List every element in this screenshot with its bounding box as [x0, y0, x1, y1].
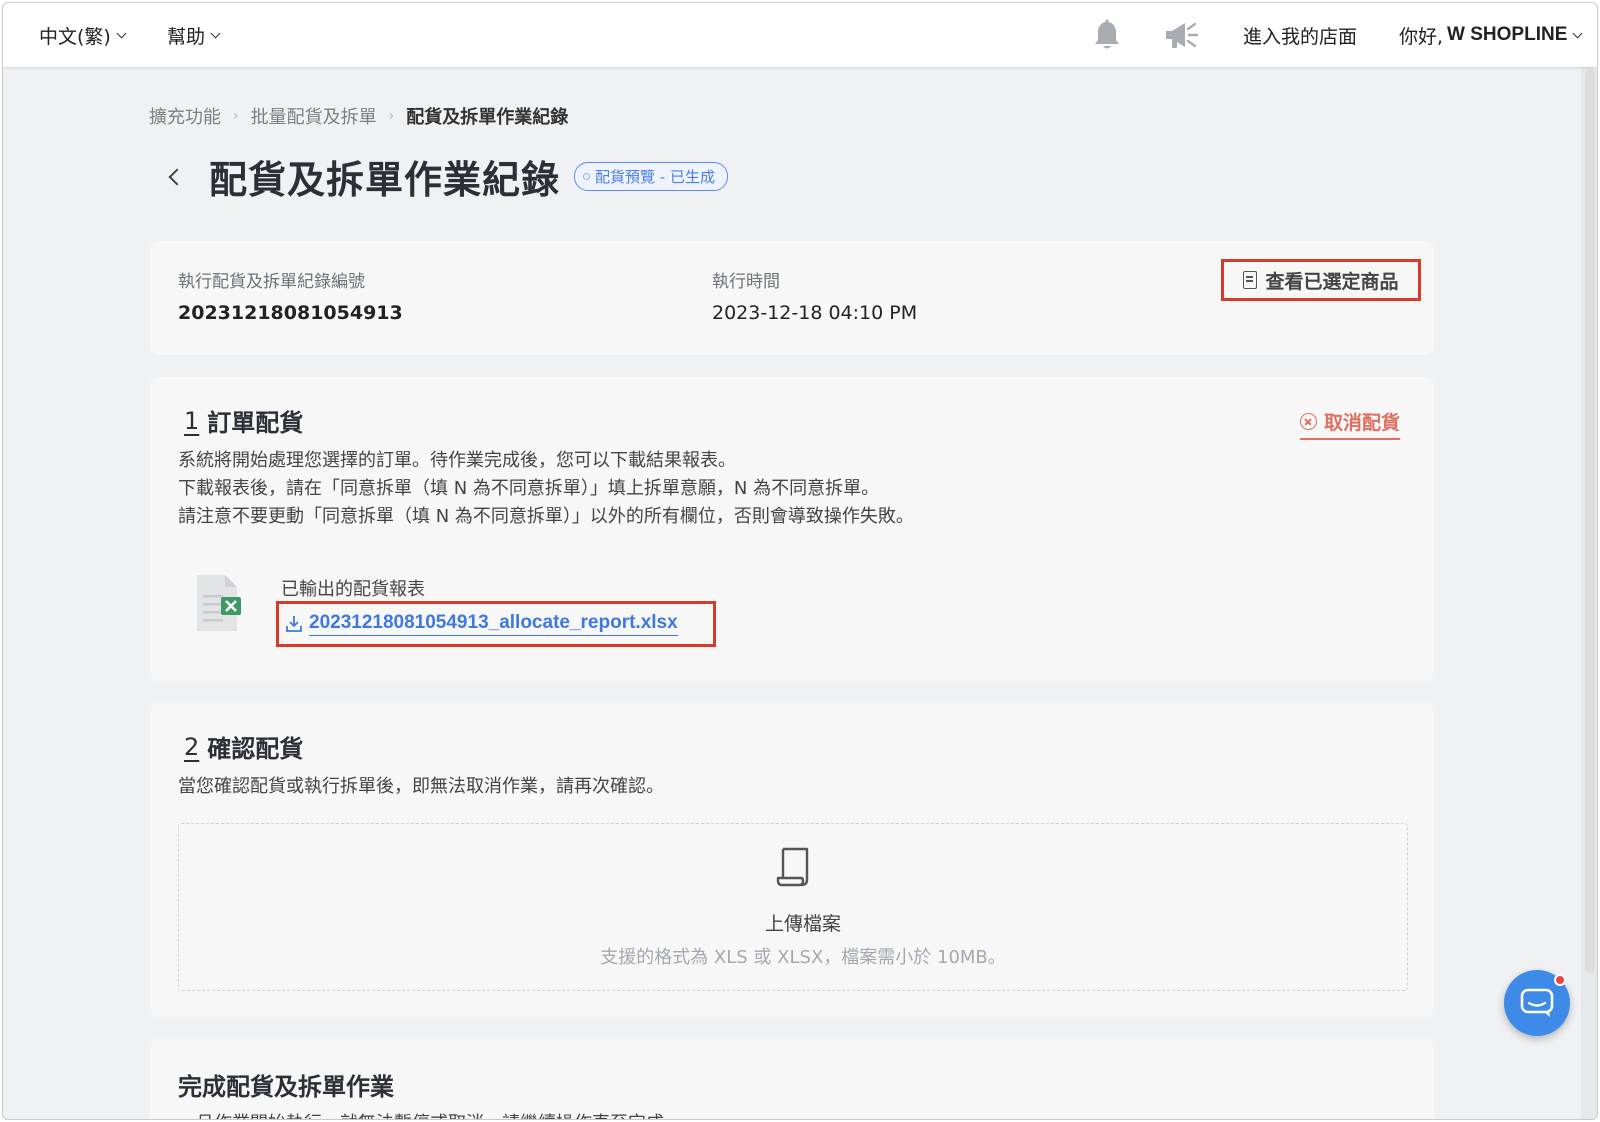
step1-line: 下載報表後，請在「同意拆單（填 N 為不同意拆單）」填上拆單意願，N 為不同意拆… [178, 478, 880, 499]
upload-hint: 支援的格式為 XLS 或 XLSX，檔案需小於 10MB。 [600, 947, 1006, 968]
step1-heading: 1 訂單配貨 [184, 403, 303, 438]
help-label: 幫助 [167, 25, 206, 48]
view-selected-products-button[interactable]: 查看已選定商品 [1221, 259, 1421, 301]
step2-heading: 2 確認配貨 [184, 729, 303, 764]
step1-number: 1 [184, 406, 200, 435]
step3-description: 一旦作業開始執行，就無法暫停或取消，請繼續操作直至完成。 [178, 1109, 682, 1119]
breadcrumb: 擴充功能 › 批量配貨及拆單 › 配貨及拆單作業紀錄 [149, 103, 568, 129]
bell-icon[interactable] [1091, 19, 1123, 53]
page-title: 配貨及拆單作業紀錄 [209, 158, 561, 202]
user-menu[interactable]: 你好, W SHOPLINE [1399, 3, 1583, 67]
breadcrumb-item-extensions[interactable]: 擴充功能 [149, 103, 221, 129]
view-selected-products-label: 查看已選定商品 [1265, 270, 1399, 293]
enter-store-label: 進入我的店面 [1243, 25, 1358, 48]
back-chevron-icon[interactable] [168, 168, 186, 185]
download-icon [286, 616, 302, 632]
scrollbar-thumb[interactable] [1585, 69, 1595, 973]
megaphone-icon[interactable] [1163, 19, 1199, 51]
status-badge: 配貨預覽 - 已生成 [574, 162, 728, 191]
excel-file-icon [197, 575, 241, 631]
step2-title: 確認配貨 [207, 735, 304, 763]
step3-title: 完成配貨及拆單作業 [178, 1073, 394, 1101]
help-menu[interactable]: 幫助 [167, 3, 221, 67]
step1-line: 系統將開始處理您選擇的訂單。待作業完成後，您可以下載結果報表。 [178, 450, 736, 471]
breadcrumb-separator: › [388, 108, 395, 124]
report-label: 已輸出的配貨報表 [281, 579, 425, 600]
exec-time-value: 2023-12-18 04:10 PM [712, 302, 918, 324]
cancel-allocation-link[interactable]: 取消配貨 [1300, 408, 1401, 440]
breadcrumb-item-current: 配貨及拆單作業紀錄 [406, 107, 569, 128]
step1-title: 訂單配貨 [207, 409, 304, 437]
app-window: 中文(繁) 幫助 進入我的店面 你好, W SHOPLINE 擴充功能 › 批量… [2, 2, 1598, 1120]
enter-store-link[interactable]: 進入我的店面 [1243, 3, 1357, 67]
language-label: 中文(繁) [39, 25, 111, 48]
breadcrumb-item-bulk-allocate[interactable]: 批量配貨及拆單 [251, 103, 377, 129]
download-report-link[interactable]: 20231218081054913_allocate_report.xlsx [276, 601, 716, 647]
step1-instructions: 系統將開始處理您選擇的訂單。待作業完成後，您可以下載結果報表。 下載報表後，請在… [178, 447, 914, 531]
chevron-down-icon [116, 28, 127, 38]
notification-dot [1554, 974, 1566, 986]
greeting-prefix: 你好, [1399, 25, 1444, 48]
report-file-name: 20231218081054913_allocate_report.xlsx [309, 612, 678, 636]
document-icon [1243, 271, 1258, 289]
chevron-down-icon [1572, 28, 1583, 38]
breadcrumb-separator: › [233, 108, 239, 124]
upload-title: 上傳檔案 [764, 913, 841, 935]
page-header: 配貨及拆單作業紀錄 配貨預覽 - 已生成 [168, 149, 728, 204]
exec-time-label: 執行時間 [712, 272, 780, 292]
cancel-allocation-label: 取消配貨 [1324, 412, 1401, 434]
language-selector[interactable]: 中文(繁) [39, 3, 127, 67]
x-circle-icon [1300, 413, 1317, 430]
step2-description: 當您確認配貨或執行拆單後，即無法取消作業，請再次確認。 [178, 776, 664, 797]
chevron-down-icon [210, 28, 221, 38]
user-name: W SHOPLINE [1447, 24, 1568, 45]
record-id-value: 20231218081054913 [178, 302, 403, 324]
status-badge-label: 配貨預覽 - 已生成 [595, 168, 715, 186]
status-dot-icon [583, 173, 591, 180]
upload-file-icon [776, 847, 809, 887]
chat-icon [1520, 988, 1554, 1017]
top-navigation-bar: 中文(繁) 幫助 進入我的店面 你好, W SHOPLINE [3, 3, 1597, 67]
step2-number: 2 [184, 732, 200, 761]
record-id-label: 執行配貨及拆單紀錄編號 [178, 272, 365, 292]
step1-line: 請注意不要更動「同意拆單（填 N 為不同意拆單）」以外的所有欄位，否則會導致操作… [178, 506, 914, 527]
